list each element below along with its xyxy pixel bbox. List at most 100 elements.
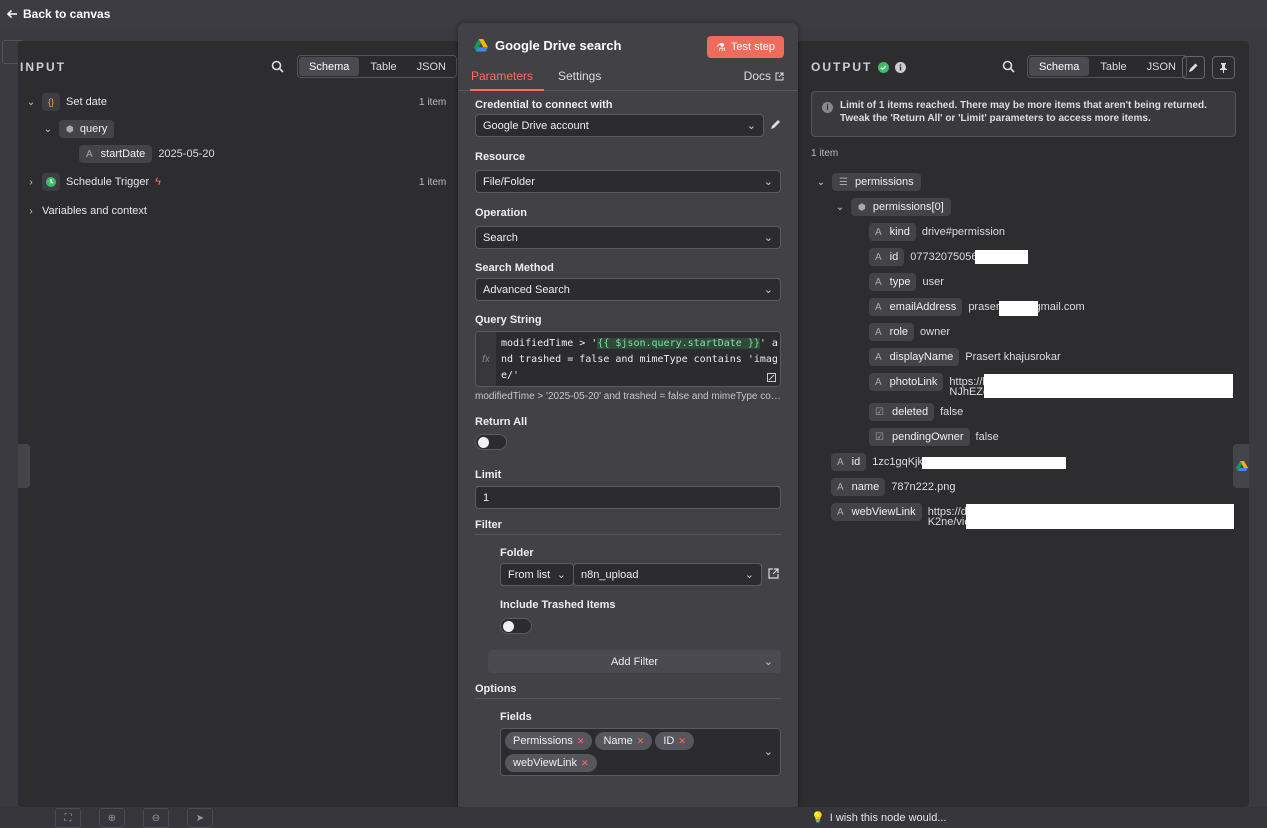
folder-select[interactable]: n8n_upload ⌄	[573, 563, 762, 586]
output-view-json[interactable]: JSON	[1137, 56, 1186, 77]
input-view-table[interactable]: Table	[360, 56, 406, 77]
out-row-file-name[interactable]: Aname 787n222.png	[831, 478, 955, 496]
text-type-icon: A	[875, 376, 882, 388]
key-pill: AemailAddress	[869, 298, 963, 316]
expand-icon[interactable]	[767, 373, 776, 382]
out-row-deleted[interactable]: ☑ deleted false	[869, 403, 963, 421]
resource-value: File/Folder	[483, 175, 535, 188]
limit-notice-text: Limit of 1 items reached. There may be m…	[840, 100, 1207, 124]
cube-icon: ⬢	[858, 201, 866, 212]
close-icon[interactable]: ✕	[637, 736, 645, 747]
fields-label: Fields	[500, 711, 532, 723]
text-type-icon: A	[837, 456, 844, 468]
text-type-icon: A	[875, 326, 882, 338]
pencil-icon[interactable]	[769, 119, 781, 131]
key-pill: AphotoLink	[869, 373, 944, 391]
tree-variables[interactable]: › Variables and context	[26, 205, 147, 217]
out-row-display-name[interactable]: AdisplayName Prasert khajusrokar	[869, 348, 1061, 366]
out-row-type[interactable]: Atype user	[869, 273, 944, 291]
out-permissions[interactable]: ⌄ ☰ permissions	[816, 173, 921, 191]
zoom-in-button[interactable]: ⊕	[99, 808, 125, 828]
row-key: name	[851, 481, 880, 493]
test-step-button[interactable]: ⚗ Test step	[707, 36, 784, 58]
out-row-web-view-link[interactable]: AwebViewLink https://d K2ne/vie	[831, 503, 971, 528]
chevron-down-icon: ⌄	[43, 123, 53, 135]
query-string-text: modifiedTime > '{{ $json.query.startDate…	[501, 336, 780, 384]
out-row-photo-link[interactable]: AphotoLink https://l NJhEZc	[869, 373, 989, 398]
row-key: emailAddress	[889, 301, 957, 313]
folder-mode-select[interactable]: From list ⌄	[500, 563, 574, 586]
credential-value: Google Drive account	[483, 119, 589, 132]
input-view-schema[interactable]: Schema	[299, 57, 360, 76]
redaction-block	[966, 504, 1234, 529]
include-trashed-toggle[interactable]	[500, 618, 532, 634]
photo-link-line-2: NJhEZc	[949, 386, 989, 398]
close-icon[interactable]: ✕	[678, 736, 686, 747]
row-key: id	[889, 251, 899, 263]
return-all-toggle[interactable]	[475, 434, 507, 450]
edit-output-button[interactable]	[1182, 56, 1205, 79]
key-pill: Aid	[869, 248, 905, 266]
start-date-pill: A startDate	[79, 145, 153, 163]
resource-select[interactable]: File/Folder ⌄	[475, 170, 781, 193]
docs-link[interactable]: Docs	[744, 69, 784, 83]
output-count: 1 item	[811, 148, 839, 159]
close-icon[interactable]: ✕	[577, 736, 585, 747]
close-icon[interactable]: ✕	[581, 758, 589, 769]
external-link-icon[interactable]	[768, 568, 779, 579]
chevron-down-icon: ⌄	[763, 284, 773, 296]
zoom-in-icon: ⊕	[107, 812, 117, 824]
query-expression: {{ $json.query.startDate }}	[597, 338, 760, 349]
redaction-block	[999, 301, 1038, 316]
pin-icon	[1220, 63, 1227, 73]
tree-start-date[interactable]: A startDate 2025-05-20	[79, 145, 215, 163]
tab-parameters[interactable]: Parameters	[471, 69, 533, 83]
info-icon[interactable]	[895, 61, 907, 73]
query-string-editor[interactable]: fx modifiedTime > '{{ $json.query.startD…	[475, 331, 781, 387]
row-key: kind	[889, 226, 910, 238]
out-row-pending-owner[interactable]: ☑ pendingOwner false	[869, 428, 999, 446]
tab-settings[interactable]: Settings	[558, 69, 601, 83]
out-row-role[interactable]: Arole owner	[869, 323, 950, 341]
folder-mode-value: From list	[508, 568, 551, 581]
feedback-link[interactable]: 💡 I wish this node would...	[811, 811, 947, 825]
fit-view-button[interactable]: ⛶	[55, 808, 81, 828]
chevron-down-icon: ⌄	[763, 746, 773, 758]
search-icon[interactable]	[271, 60, 284, 73]
search-method-select[interactable]: Advanced Search ⌄	[475, 278, 781, 301]
chevron-down-icon: ⌄	[763, 176, 773, 188]
out-row-file-id[interactable]: Aid 1zc1gqKjkE	[831, 453, 930, 471]
field-chip-id[interactable]: ID ✕	[655, 732, 694, 750]
output-view-table[interactable]: Table	[1090, 56, 1136, 77]
search-method-label: Search Method	[475, 262, 554, 274]
out-row-id[interactable]: Aid 07732075056	[869, 248, 978, 266]
zoom-out-button[interactable]: ⊖	[143, 808, 169, 828]
out-row-email[interactable]: AemailAddress praserti kar@gmail.com	[869, 298, 1085, 316]
search-icon[interactable]	[1002, 60, 1015, 73]
text-type-icon: A	[86, 148, 93, 160]
input-view-switch: Schema Table JSON	[297, 55, 457, 78]
back-to-canvas-button[interactable]: Back to canvas	[6, 7, 110, 21]
out-row-kind[interactable]: Akind drive#permission	[869, 223, 1005, 241]
limit-input[interactable]: 1	[475, 486, 781, 509]
row-value: owner	[920, 326, 950, 338]
field-chip-permissions[interactable]: Permissions ✕	[505, 732, 593, 750]
operation-select[interactable]: Search ⌄	[475, 226, 781, 249]
row-value: https://l NJhEZc	[949, 377, 989, 398]
permissions0-pill: ⬢ permissions[0]	[851, 198, 951, 216]
fields-multiselect[interactable]: Permissions ✕ Name ✕ ID ✕ webViewLink ✕ ⌄	[500, 728, 781, 776]
field-chip-webviewlink[interactable]: webViewLink ✕	[505, 754, 597, 772]
pin-output-button[interactable]	[1212, 56, 1235, 79]
key-pill: Aname	[831, 478, 886, 496]
credential-select[interactable]: Google Drive account ⌄	[475, 114, 764, 137]
out-permissions-0[interactable]: ⌄ ⬢ permissions[0]	[835, 198, 951, 216]
cursor-button[interactable]: ➤	[187, 808, 213, 828]
field-chip-name[interactable]: Name ✕	[595, 732, 653, 750]
output-view-schema[interactable]: Schema	[1029, 57, 1090, 76]
tree-query[interactable]: ⌄ ⬢ query	[43, 120, 115, 138]
add-filter-button[interactable]: Add Filter ⌄	[488, 650, 781, 673]
input-view-json[interactable]: JSON	[407, 56, 456, 77]
set-date-count: 1 item	[419, 97, 447, 108]
tree-set-date[interactable]: ⌄ {} Set date	[26, 93, 107, 111]
tree-schedule-trigger[interactable]: › Schedule Trigger ϟ	[26, 173, 161, 191]
